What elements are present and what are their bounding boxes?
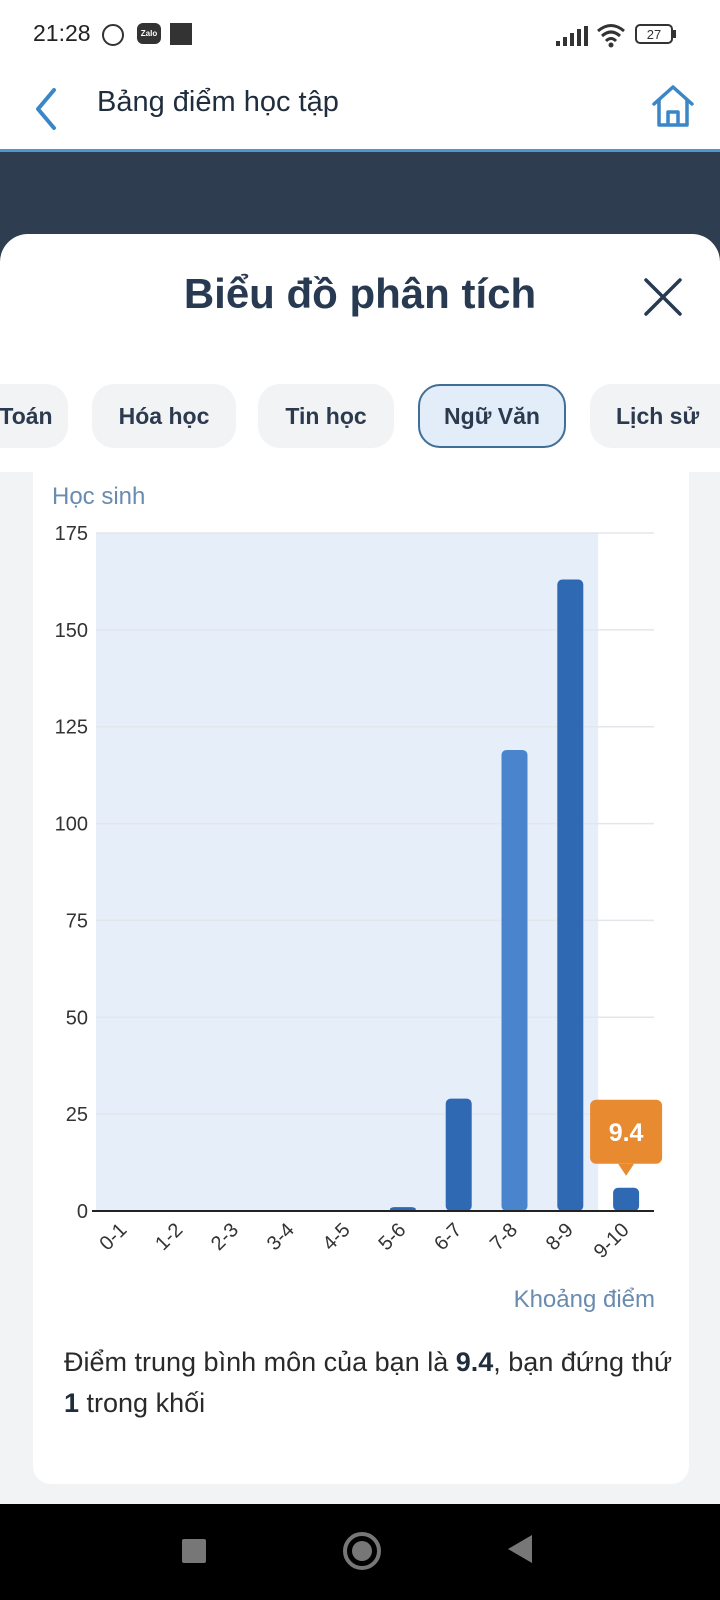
bar-7-8[interactable] xyxy=(501,749,528,1211)
x-tick-label: 8-9 xyxy=(542,1219,578,1255)
y-tick-label: 125 xyxy=(55,717,88,739)
x-tick-label: 4-5 xyxy=(319,1219,355,1255)
summary-middle: , bạn đứng thứ xyxy=(493,1347,673,1377)
system-nav-bar xyxy=(0,1504,720,1600)
x-tick-label: 0-1 xyxy=(95,1219,131,1255)
x-tick-label: 6-7 xyxy=(430,1219,466,1255)
tooltip-label: 9.4 xyxy=(609,1119,644,1147)
home-circle-icon[interactable] xyxy=(343,1532,381,1570)
bar-9-10[interactable] xyxy=(613,1187,640,1211)
recent-apps-icon[interactable] xyxy=(182,1539,206,1563)
summary-text: Điểm trung bình môn của bạn là 9.4, bạn … xyxy=(64,1342,684,1424)
class-rank: 1 xyxy=(64,1388,80,1418)
x-tick-label: 7-8 xyxy=(486,1219,522,1255)
y-tick-label: 25 xyxy=(66,1104,88,1126)
average-score: 9.4 xyxy=(455,1347,494,1377)
y-tick-label: 175 xyxy=(55,523,88,545)
y-axis-label: Học sinh xyxy=(52,483,145,510)
bar-6-7[interactable] xyxy=(445,1098,472,1211)
summary-prefix: Điểm trung bình môn của bạn là xyxy=(64,1347,456,1377)
score-distribution-chart: 0 25 50 75 100 125 150 175 0-1 1-2 2-3 3-4 4-5 5-6 6-7… xyxy=(52,483,663,1313)
bar-8-9[interactable] xyxy=(557,579,584,1211)
y-tick-label: 75 xyxy=(66,910,88,932)
y-tick-label: 0 xyxy=(77,1201,88,1223)
y-tick-label: 150 xyxy=(55,620,88,642)
x-tick-label: 3-4 xyxy=(263,1219,299,1255)
summary-suffix: trong khối xyxy=(79,1388,206,1418)
y-tick-label: 50 xyxy=(66,1007,88,1029)
x-tick-label: 1-2 xyxy=(151,1219,187,1255)
x-axis-label: Khoảng điểm xyxy=(514,1286,655,1313)
tooltip-pointer xyxy=(618,1163,635,1176)
x-tick-label: 5-6 xyxy=(374,1219,410,1255)
back-triangle-icon[interactable] xyxy=(508,1535,532,1563)
y-tick-label: 100 xyxy=(55,814,88,836)
x-tick-label: 9-10 xyxy=(590,1219,634,1263)
x-tick-label: 2-3 xyxy=(207,1219,243,1255)
